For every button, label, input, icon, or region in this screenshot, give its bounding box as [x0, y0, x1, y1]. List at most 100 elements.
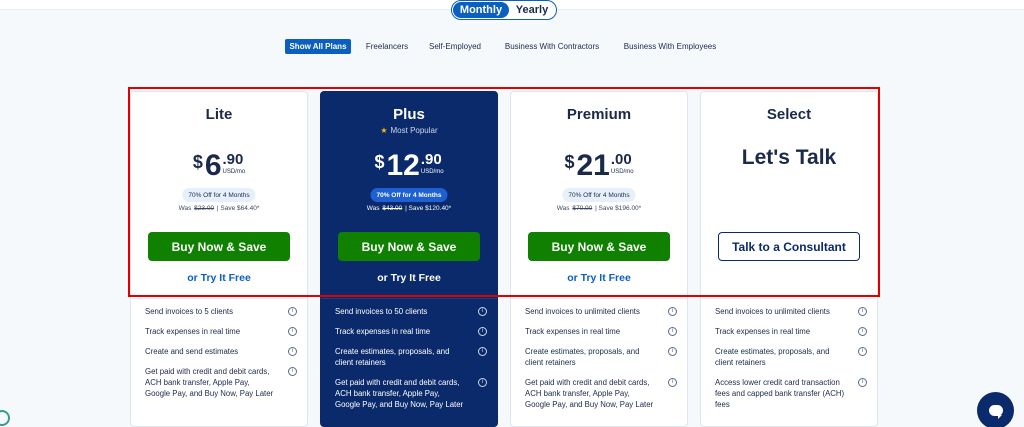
chat-widget-button[interactable]	[977, 392, 1014, 427]
feature-text: Access lower credit card transaction fee…	[715, 378, 845, 409]
price-cents: .00	[610, 151, 632, 168]
info-icon[interactable]: i	[478, 327, 487, 336]
chat-icon	[988, 405, 1003, 419]
info-icon[interactable]: i	[858, 347, 867, 356]
feature-item: Send invoices to 5 clients i	[145, 306, 297, 317]
toggle-yearly[interactable]: Yearly	[509, 2, 555, 18]
buy-now-button[interactable]: Buy Now & Save	[338, 232, 480, 261]
feature-item: Track expenses in real time i	[525, 326, 677, 337]
feature-item: Send invoices to unlimited clients i	[715, 306, 867, 317]
discount-badge: 70% Off for 4 Months	[562, 188, 636, 202]
info-icon[interactable]: i	[668, 347, 677, 356]
price-unit: USD/mo	[222, 169, 246, 175]
price-whole: 6	[204, 149, 222, 182]
feature-item: Create estimates, proposals, and client …	[525, 346, 677, 368]
feature-item: Get paid with credit and debit cards, AC…	[525, 377, 677, 410]
savings-text: Was $43.00 | Save $120.40*	[321, 205, 497, 212]
info-icon[interactable]: i	[288, 327, 297, 336]
try-free-link[interactable]: or Try It Free	[511, 272, 687, 284]
was-label: Was	[178, 205, 192, 212]
feature-item: Create and send estimates i	[145, 346, 297, 357]
price-currency: $	[192, 152, 203, 172]
feature-item: Send invoices to unlimited clients i	[525, 306, 677, 317]
plan-filters: Show All Plans Freelancers Self-Employed…	[0, 39, 1024, 55]
info-icon[interactable]: i	[858, 327, 867, 336]
feature-text: Create and send estimates	[145, 347, 239, 356]
feature-text: Track expenses in real time	[715, 327, 811, 336]
filter-self-employed[interactable]: Self-Employed	[426, 39, 484, 54]
feature-text: Send invoices to unlimited clients	[525, 307, 640, 316]
info-icon[interactable]: i	[668, 307, 677, 316]
star-icon: ★	[380, 126, 388, 135]
divider	[321, 298, 497, 299]
price-cents: .90	[222, 151, 244, 168]
feature-item: Send invoices to 50 clients i	[335, 306, 487, 317]
info-icon[interactable]: i	[478, 307, 487, 316]
feature-list: Send invoices to unlimited clients i Trac…	[525, 306, 677, 419]
feature-item: Get paid with credit and debit cards, AC…	[335, 377, 487, 410]
most-popular-badge: ★ Most Popular	[321, 126, 497, 135]
plan-card-lite: Lite $ 6 .90 USD/mo 70% Off for 4 Months …	[130, 91, 308, 427]
was-price: $23.00	[194, 205, 215, 212]
feature-text: Create estimates, proposals, and client …	[335, 347, 450, 367]
divider	[511, 298, 687, 299]
feature-text: Track expenses in real time	[525, 327, 621, 336]
buy-now-button[interactable]: Buy Now & Save	[528, 232, 670, 261]
divider	[131, 298, 307, 299]
plan-card-plus: Plus ★ Most Popular $ 12 .90 USD/mo 70% Of…	[320, 91, 498, 427]
billing-toggle[interactable]: Monthly Yearly	[451, 0, 557, 20]
divider	[701, 298, 877, 299]
info-icon[interactable]: i	[288, 347, 297, 356]
info-icon[interactable]: i	[858, 307, 867, 316]
buy-now-button[interactable]: Buy Now & Save	[148, 232, 290, 261]
plan-price: $ 21 .00 USD/mo	[511, 150, 687, 182]
feature-text: Create estimates, proposals, and client …	[525, 347, 640, 367]
plan-name: Select	[766, 106, 812, 123]
feature-text: Send invoices to 5 clients	[145, 307, 233, 316]
filter-contractors[interactable]: Business With Contractors	[500, 39, 604, 54]
lets-talk-headline: Let's Talk	[741, 146, 837, 169]
plan-name: Lite	[205, 106, 233, 123]
filter-employees[interactable]: Business With Employees	[620, 39, 720, 54]
info-icon[interactable]: i	[668, 327, 677, 336]
price-currency: $	[374, 152, 385, 172]
feature-item: Access lower credit card transaction fee…	[715, 377, 867, 410]
price-currency: $	[564, 152, 575, 172]
info-icon[interactable]: i	[478, 347, 487, 356]
feature-text: Track expenses in real time	[335, 327, 431, 336]
try-free-link[interactable]: or Try It Free	[131, 272, 307, 284]
discount-badge: 70% Off for 4 Months	[182, 188, 256, 202]
plan-name: Premium	[566, 106, 632, 123]
plan-card-select: Select Let's Talk Talk to a Consultant S…	[700, 91, 878, 427]
filter-show-all[interactable]: Show All Plans	[285, 39, 351, 54]
feature-text: Get paid with credit and debit cards, AC…	[145, 367, 274, 398]
settings-gear-icon[interactable]	[0, 410, 10, 426]
info-icon[interactable]: i	[478, 378, 487, 387]
feature-text: Create estimates, proposals, and client …	[715, 347, 830, 367]
feature-list: Send invoices to 5 clients i Track expens…	[145, 306, 297, 408]
info-icon[interactable]: i	[288, 367, 297, 376]
talk-to-consultant-button[interactable]: Talk to a Consultant	[718, 232, 860, 261]
was-price: $70.00	[572, 205, 593, 212]
feature-list: Send invoices to 50 clients i Track expen…	[335, 306, 487, 419]
price-whole: 21	[576, 149, 610, 182]
feature-item: Track expenses in real time i	[715, 326, 867, 337]
feature-item: Create estimates, proposals, and client …	[715, 346, 867, 368]
filter-freelancers[interactable]: Freelancers	[363, 39, 411, 54]
price-cents: .90	[420, 151, 442, 168]
save-amount: | Save $120.40*	[405, 205, 452, 212]
info-icon[interactable]: i	[858, 378, 867, 387]
try-free-link[interactable]: or Try It Free	[321, 272, 497, 284]
feature-text: Send invoices to unlimited clients	[715, 307, 830, 316]
plan-card-premium: Premium $ 21 .00 USD/mo 70% Off for 4 Mon…	[510, 91, 688, 427]
feature-item: Track expenses in real time i	[145, 326, 297, 337]
feature-item: Track expenses in real time i	[335, 326, 487, 337]
info-icon[interactable]: i	[288, 307, 297, 316]
badge-text: Most Popular	[390, 126, 438, 135]
price-unit: USD/mo	[420, 169, 444, 175]
plan-price: $ 12 .90 USD/mo	[321, 150, 497, 182]
toggle-monthly[interactable]: Monthly	[453, 2, 509, 18]
feature-text: Track expenses in real time	[145, 327, 241, 336]
price-whole: 12	[386, 149, 420, 182]
info-icon[interactable]: i	[668, 378, 677, 387]
